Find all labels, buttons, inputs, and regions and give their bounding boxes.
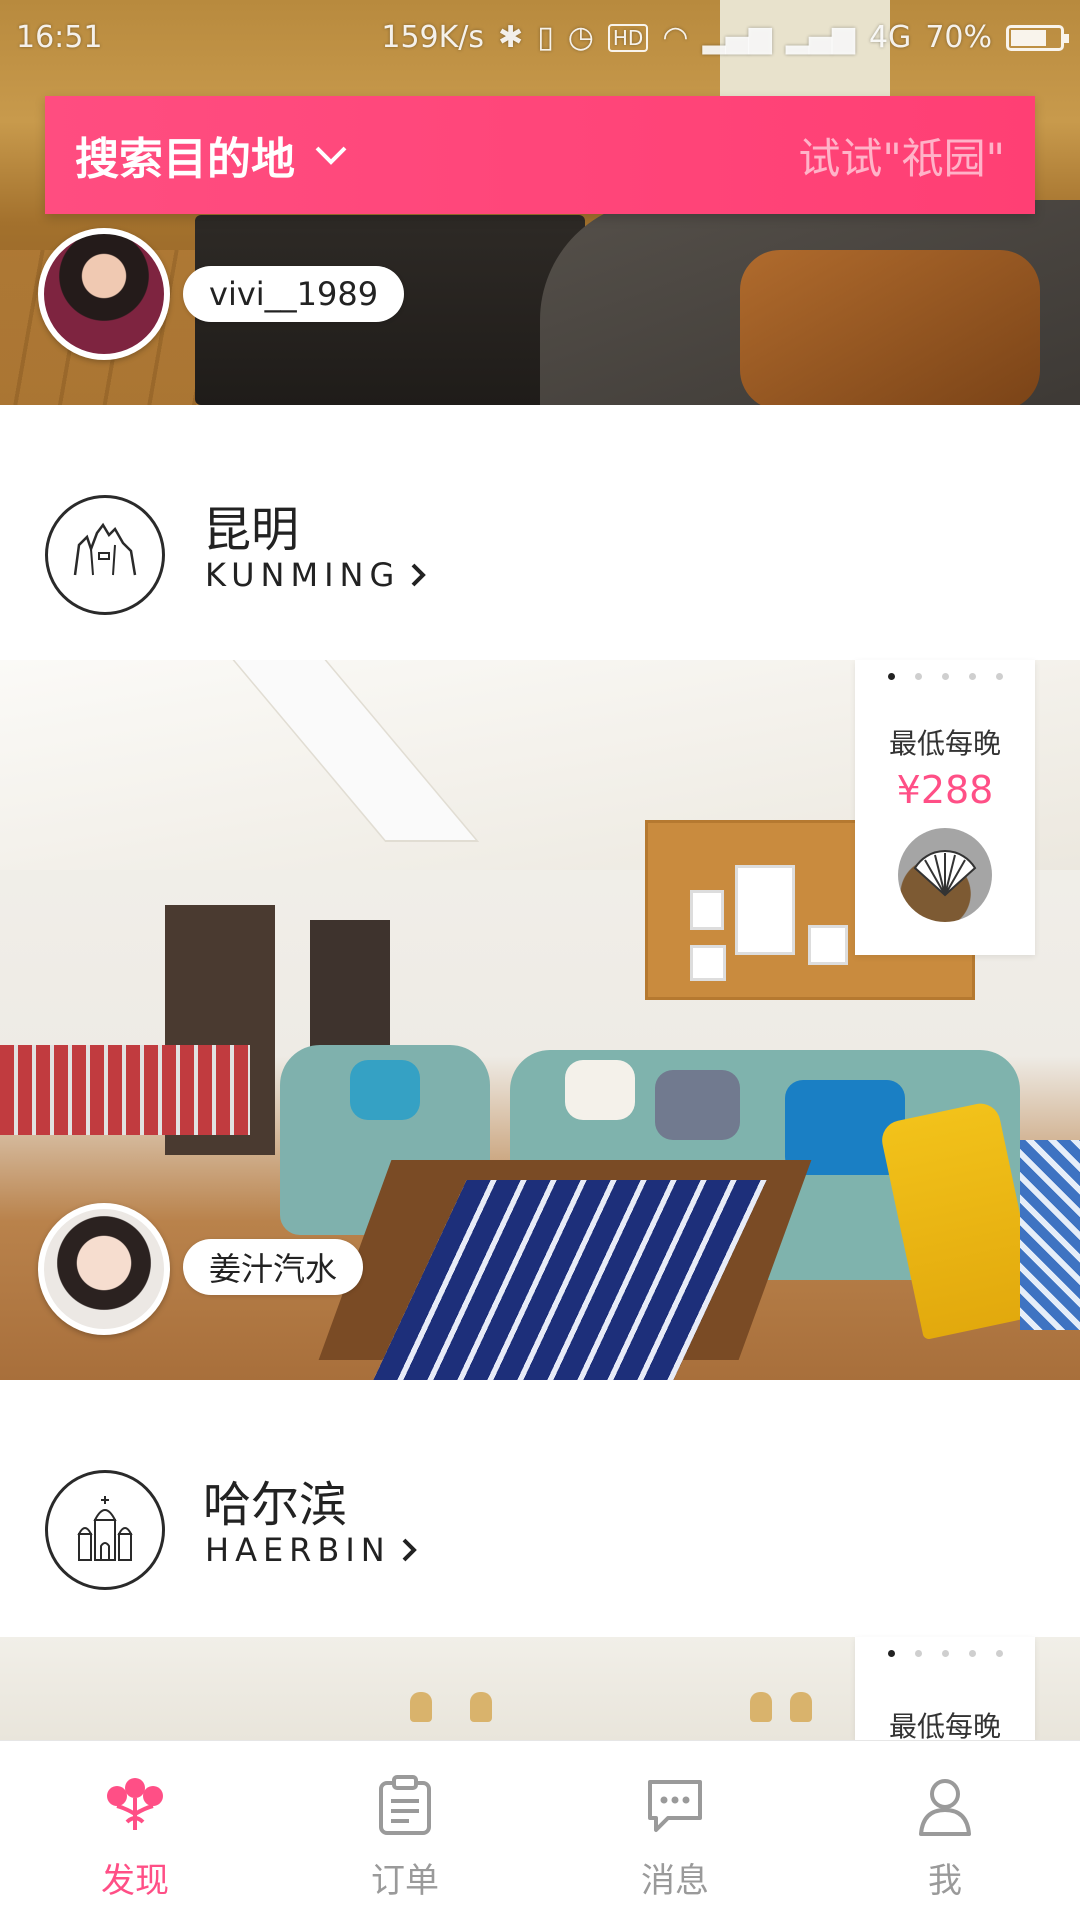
host-name: 姜汁汽水 xyxy=(209,1250,338,1288)
carousel-dot xyxy=(968,672,976,680)
battery-percent: 70% xyxy=(925,20,992,55)
photo-detail xyxy=(470,1692,492,1722)
price-label: 最低每晚 xyxy=(888,727,1001,760)
photo-detail xyxy=(410,1692,432,1722)
price-card[interactable]: 最低每晚 xyxy=(855,1637,1035,1740)
photo-detail xyxy=(0,1045,250,1135)
photo-detail xyxy=(740,250,1040,405)
chevron-down-icon xyxy=(315,146,347,165)
photo-detail xyxy=(750,1692,772,1722)
carousel-dots xyxy=(855,1637,1035,1661)
network-type: 4G xyxy=(868,20,912,55)
nav-me[interactable]: 我 xyxy=(810,1741,1080,1920)
carousel-dot xyxy=(941,672,949,680)
person-icon xyxy=(912,1773,978,1839)
search-hint[interactable]: 试试"祇园" xyxy=(798,125,1005,186)
price-value: ¥288 xyxy=(896,768,994,812)
search-destination-bar[interactable]: 搜索目的地 试试"祇园" xyxy=(45,96,1035,214)
city-name-en-text: KUNMING xyxy=(205,556,401,594)
host-avatar[interactable] xyxy=(38,228,170,360)
search-label: 搜索目的地 xyxy=(75,134,295,185)
nav-label: 订单 xyxy=(371,1861,439,1901)
vibrate-icon: ▯ xyxy=(537,20,554,55)
carousel-dot xyxy=(914,672,922,680)
photo-detail xyxy=(690,945,726,981)
bottom-nav: 发现 订单 消息 我 xyxy=(0,1740,1080,1920)
status-bar: 16:51 159K/s ✱ ▯ ◷ HD ◠ ▂▄▆ ▂▄▆ 4G 70% xyxy=(0,0,1080,75)
price-card[interactable]: 最低每晚 ¥288 xyxy=(855,660,1035,955)
cathedral-icon xyxy=(45,1470,165,1590)
nav-messages[interactable]: 消息 xyxy=(540,1741,810,1920)
carousel-dot xyxy=(968,1649,976,1657)
bluetooth-icon: ✱ xyxy=(498,20,524,55)
chat-bubble-icon xyxy=(642,1773,708,1839)
carousel-dots xyxy=(855,660,1035,684)
carousel-dot xyxy=(995,1649,1003,1657)
photo-detail xyxy=(690,890,724,930)
clipboard-icon xyxy=(372,1773,438,1839)
city-name: 昆明 xyxy=(203,502,300,558)
photo-detail xyxy=(655,1070,740,1140)
carousel-dot xyxy=(887,1649,895,1657)
fan-icon xyxy=(898,828,992,922)
wifi-icon: ◠ xyxy=(662,20,689,55)
carousel-dot xyxy=(941,1649,949,1657)
nav-label: 消息 xyxy=(641,1861,709,1901)
city-name-en: HAERBIN xyxy=(205,1531,417,1569)
city-name: 哈尔滨 xyxy=(203,1477,348,1533)
city-header-kunming[interactable]: 昆明 KUNMING xyxy=(0,490,1080,620)
host-name-chip[interactable]: 姜汁汽水 xyxy=(183,1239,364,1295)
alarm-icon: ◷ xyxy=(567,20,594,55)
city-header-haerbin[interactable]: 哈尔滨 HAERBIN xyxy=(0,1465,1080,1595)
flower-icon xyxy=(102,1773,168,1839)
city-name-en: KUNMING xyxy=(205,556,427,594)
host-name: vivi__1989 xyxy=(209,275,379,313)
battery-icon xyxy=(1006,24,1069,51)
search-dropdown[interactable]: 搜索目的地 xyxy=(75,123,349,187)
host-name-chip[interactable]: vivi__1989 xyxy=(183,266,405,322)
host-avatar[interactable] xyxy=(38,1203,170,1335)
status-time: 16:51 xyxy=(16,20,103,55)
nav-label: 发现 xyxy=(101,1861,169,1901)
carousel-dot xyxy=(995,672,1003,680)
photo-detail xyxy=(565,1060,635,1120)
photo-detail xyxy=(1020,1140,1080,1330)
net-speed: 159K/s xyxy=(381,20,485,55)
mountain-icon xyxy=(45,495,165,615)
photo-detail xyxy=(350,1060,420,1120)
city-name-en-text: HAERBIN xyxy=(205,1531,391,1569)
nav-discover[interactable]: 发现 xyxy=(0,1741,270,1920)
signal-icon: ▂▄▆ xyxy=(702,20,772,55)
nav-label: 我 xyxy=(928,1861,962,1901)
nav-orders[interactable]: 订单 xyxy=(270,1741,540,1920)
chevron-right-icon xyxy=(411,563,427,587)
photo-detail xyxy=(808,925,848,965)
carousel-dot xyxy=(887,672,895,680)
status-icons: 159K/s ✱ ▯ ◷ HD ◠ ▂▄▆ ▂▄▆ 4G 70% xyxy=(381,20,1069,55)
photo-detail xyxy=(790,1692,812,1722)
carousel-dot xyxy=(914,1649,922,1657)
hd-icon: HD xyxy=(607,23,649,52)
price-label: 最低每晚 xyxy=(888,1710,1001,1740)
signal-icon: ▂▄▆ xyxy=(785,20,855,55)
photo-detail xyxy=(735,865,795,955)
chevron-right-icon xyxy=(402,1538,417,1562)
